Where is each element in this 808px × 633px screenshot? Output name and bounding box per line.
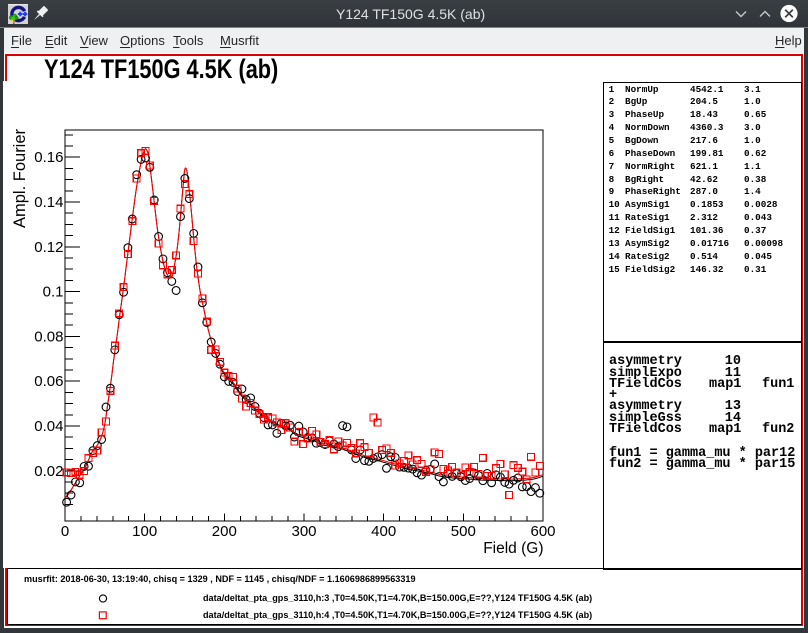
svg-text:100: 100	[132, 523, 157, 540]
svg-text:0: 0	[61, 523, 69, 540]
svg-text:400: 400	[371, 523, 396, 540]
svg-text:200: 200	[212, 523, 237, 540]
svg-text:300: 300	[291, 523, 316, 540]
svg-text:0.14: 0.14	[34, 194, 63, 211]
svg-text:0.12: 0.12	[34, 239, 63, 256]
svg-text:0.16: 0.16	[34, 149, 63, 166]
svg-text:Field (G): Field (G)	[483, 540, 543, 557]
svg-text:Ampl. Fourier: Ampl. Fourier	[11, 128, 29, 228]
svg-text:600: 600	[530, 523, 555, 540]
svg-text:500: 500	[451, 523, 476, 540]
svg-text:0.06: 0.06	[34, 373, 63, 390]
svg-text:0.08: 0.08	[34, 328, 63, 345]
svg-text:0.02: 0.02	[34, 463, 63, 480]
svg-text:0.04: 0.04	[34, 418, 63, 435]
svg-text:0.1: 0.1	[43, 284, 64, 301]
